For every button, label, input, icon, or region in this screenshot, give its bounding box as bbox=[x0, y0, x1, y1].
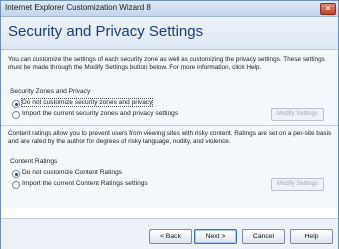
ratings-group-title: Content Ratings bbox=[10, 158, 58, 165]
zones-option-no-customize-label[interactable]: Do not customize security zones and priv… bbox=[20, 98, 154, 107]
help-button[interactable]: Help bbox=[290, 229, 333, 244]
ratings-option-no-customize-radio[interactable] bbox=[12, 170, 20, 178]
wizard-window: Internet Explorer Customization Wizard 8… bbox=[0, 0, 339, 249]
close-icon: ✕ bbox=[324, 4, 332, 13]
wizard-footer: < Back Next > Cancel Help bbox=[1, 218, 338, 249]
content-area: You can customize the settings of each s… bbox=[1, 50, 338, 208]
ratings-option-import-label[interactable]: Import the current Content Ratings setti… bbox=[22, 180, 148, 187]
title-bar: Internet Explorer Customization Wizard 8… bbox=[1, 1, 338, 17]
zones-option-import-label[interactable]: Import the current security zones and pr… bbox=[22, 110, 178, 117]
ratings-modify-settings-button[interactable]: Modify Settings bbox=[271, 178, 324, 191]
ratings-intro-text: Content ratings allow you to prevent use… bbox=[8, 130, 332, 145]
zones-option-no-customize-radio[interactable] bbox=[12, 100, 20, 108]
page-header: Security and Privacy Settings bbox=[1, 17, 338, 50]
cancel-button[interactable]: Cancel bbox=[242, 229, 285, 244]
ratings-option-import-radio[interactable] bbox=[12, 181, 20, 189]
zones-option-import-radio[interactable] bbox=[12, 111, 20, 119]
intro-text: You can customize the settings of each s… bbox=[8, 56, 325, 71]
next-button[interactable]: Next > bbox=[194, 229, 237, 244]
ratings-option-no-customize-label[interactable]: Do not customize Content Ratings bbox=[22, 169, 122, 176]
section-divider bbox=[1, 125, 338, 126]
close-button[interactable]: ✕ bbox=[320, 3, 336, 15]
window-title: Internet Explorer Customization Wizard 8 bbox=[5, 3, 151, 12]
back-button[interactable]: < Back bbox=[149, 229, 192, 244]
zones-group-title: Security Zones and Privacy bbox=[10, 88, 91, 95]
zones-modify-settings-button[interactable]: Modify Settings bbox=[271, 108, 324, 121]
page-title: Security and Privacy Settings bbox=[8, 23, 204, 40]
